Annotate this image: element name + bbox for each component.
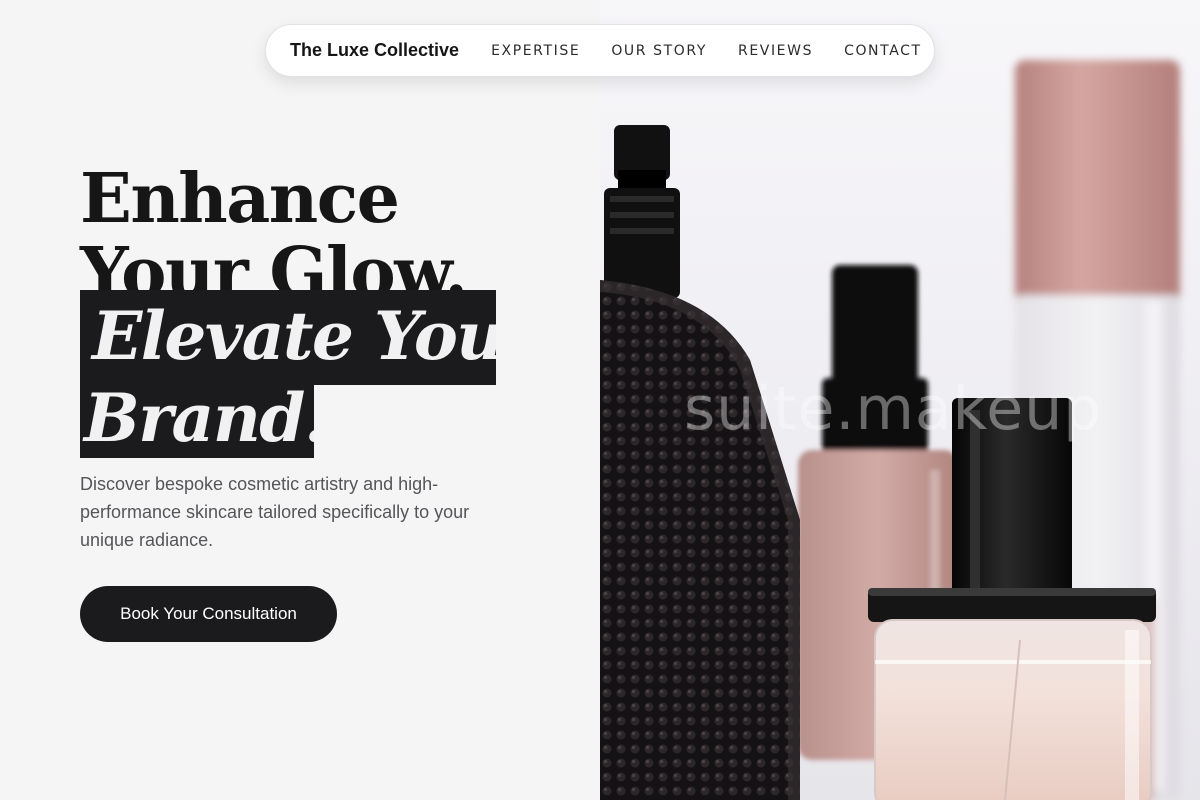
highlight-line-1: Elevate Your xyxy=(80,290,496,385)
hero-description: Discover bespoke cosmetic artistry and h… xyxy=(80,474,470,550)
top-navigation: The Luxe Collective EXPERTISE OUR STORY … xyxy=(265,24,935,77)
studded-bottle xyxy=(600,125,800,800)
nav-link-our-story[interactable]: OUR STORY xyxy=(611,43,707,59)
book-consultation-button[interactable]: Book Your Consultation xyxy=(80,586,337,642)
nav-link-expertise[interactable]: EXPERTISE xyxy=(491,43,580,59)
product-photo: suite.makeup xyxy=(600,0,1200,800)
highlight-line-2: Brand. xyxy=(80,384,314,458)
hero-headline: Enhance Your Glow. xyxy=(80,159,468,310)
brand-logo-text[interactable]: The Luxe Collective xyxy=(290,40,459,61)
nav-link-contact[interactable]: CONTACT xyxy=(844,43,922,59)
hero-section: Enhance Your Glow. Elevate Your Brand. D… xyxy=(0,0,600,800)
headline-line-1: Enhance xyxy=(80,159,400,239)
nav-link-reviews[interactable]: REVIEWS xyxy=(738,43,813,59)
watermark-text: suite.makeup xyxy=(684,374,1103,444)
